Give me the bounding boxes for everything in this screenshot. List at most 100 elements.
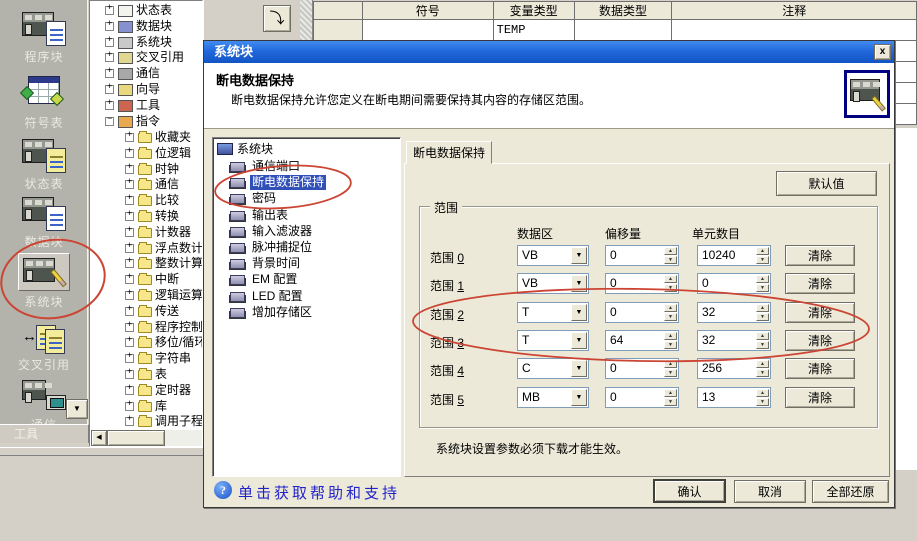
dialog-tree-root[interactable]: 系统块 — [217, 142, 273, 158]
clear-button[interactable]: 清除 — [785, 387, 855, 408]
expand-plus-icon[interactable] — [125, 402, 134, 411]
dialog-tree-item[interactable]: 断电数据保持 — [213, 175, 400, 191]
tools-tab[interactable]: 工具 — [0, 424, 89, 443]
data-area-select[interactable]: C▼ — [517, 358, 589, 379]
tree-item[interactable]: 数据块 — [90, 19, 203, 35]
element-count-input[interactable]: 10240▲▼ — [697, 245, 771, 266]
spinner-buttons[interactable]: ▲▼ — [664, 304, 677, 321]
instruction-category[interactable]: 程序控制 — [90, 320, 203, 336]
instruction-category[interactable]: 中断 — [90, 272, 203, 288]
expand-plus-icon[interactable] — [105, 69, 114, 78]
comment-cell[interactable] — [672, 20, 917, 41]
instruction-category[interactable]: 传送 — [90, 304, 203, 320]
element-count-input[interactable]: 32▲▼ — [697, 302, 771, 323]
spinner-buttons[interactable]: ▲▼ — [756, 304, 769, 321]
data-area-select[interactable]: MB▼ — [517, 387, 589, 408]
instruction-category[interactable]: 浮点数计 — [90, 241, 203, 257]
instruction-category[interactable]: 比较 — [90, 193, 203, 209]
sidebar-item-status-chart[interactable]: 状态表 — [0, 135, 88, 192]
expand-plus-icon[interactable] — [125, 244, 134, 253]
instruction-category[interactable]: 时钟 — [90, 162, 203, 178]
sidebar-item-cross-reference[interactable]: ↔ 交叉引用 — [0, 316, 88, 373]
tree-item-instructions[interactable]: 指令 — [90, 114, 203, 130]
scroll-left-arrow[interactable]: ◀ — [91, 430, 107, 446]
ok-button[interactable]: 确认 — [653, 479, 726, 503]
dialog-tree-item[interactable]: 密码 — [213, 191, 400, 207]
expand-plus-icon[interactable] — [125, 275, 134, 284]
instruction-category[interactable]: 计数器 — [90, 225, 203, 241]
scrollbar-thumb[interactable] — [107, 430, 165, 446]
help-link[interactable]: 单击获取帮助和支持 — [238, 482, 400, 503]
instruction-category[interactable]: 位逻辑 — [90, 146, 203, 162]
dialog-tree-item[interactable]: 通信端口 — [213, 159, 400, 175]
instruction-category[interactable]: 字符串 — [90, 351, 203, 367]
dialog-titlebar[interactable]: 系统块 — [204, 41, 894, 63]
clear-button[interactable]: 清除 — [785, 330, 855, 351]
spinner-buttons[interactable]: ▲▼ — [756, 332, 769, 349]
instruction-category[interactable]: 逻辑运算 — [90, 288, 203, 304]
spinner-buttons[interactable]: ▲▼ — [756, 389, 769, 406]
expand-plus-icon[interactable] — [105, 85, 114, 94]
var-type-cell[interactable]: TEMP — [493, 20, 574, 41]
spinner-buttons[interactable]: ▲▼ — [664, 275, 677, 292]
expand-plus-icon[interactable] — [105, 53, 114, 62]
offset-input[interactable]: 0▲▼ — [605, 245, 679, 266]
instruction-category[interactable]: 定时器 — [90, 383, 203, 399]
spinner-buttons[interactable]: ▲▼ — [664, 247, 677, 264]
close-icon[interactable]: x — [874, 44, 891, 60]
expand-plus-icon[interactable] — [105, 6, 114, 15]
expand-plus-icon[interactable] — [125, 291, 134, 300]
tree-item[interactable]: 交叉引用 — [90, 50, 203, 66]
tree-item[interactable]: 系统块 — [90, 35, 203, 51]
offset-input[interactable]: 0▲▼ — [605, 302, 679, 323]
tab-retentive-ranges[interactable]: 断电数据保持 — [406, 141, 492, 164]
expand-plus-icon[interactable] — [125, 212, 134, 221]
sidebar-item-program-block[interactable]: 程序块 — [0, 8, 88, 65]
expand-plus-icon[interactable] — [125, 417, 134, 426]
chevron-down-icon[interactable]: ▼ — [571, 389, 587, 406]
expand-plus-icon[interactable] — [125, 354, 134, 363]
spinner-buttons[interactable]: ▲▼ — [664, 360, 677, 377]
sidebar-item-system-block[interactable]: 系统块 — [0, 253, 88, 310]
data-area-select[interactable]: VB▼ — [517, 273, 589, 294]
dialog-tree-listbox[interactable]: 系统块 通信端口 断电数据保持 密码 — [212, 137, 401, 477]
tree-item[interactable]: 向导 — [90, 82, 203, 98]
tree-item[interactable]: 工具 — [90, 98, 203, 114]
dialog-tree-item[interactable]: EM 配置 — [213, 272, 400, 288]
horizontal-scrollbar[interactable]: ◀ — [91, 430, 202, 446]
default-button[interactable]: 默认值 — [776, 171, 877, 196]
element-count-input[interactable]: 256▲▼ — [697, 358, 771, 379]
offset-input[interactable]: 64▲▼ — [605, 330, 679, 351]
chevron-down-icon[interactable]: ▼ — [571, 247, 587, 264]
clear-button[interactable]: 清除 — [785, 245, 855, 266]
dialog-tree-item[interactable]: 脉冲捕捉位 — [213, 240, 400, 256]
restore-all-button[interactable]: 全部还原 — [812, 480, 889, 503]
dialog-tree-item[interactable]: 输出表 — [213, 208, 400, 224]
sidebar-item-data-block[interactable]: 数据块 — [0, 193, 88, 250]
expand-plus-icon[interactable] — [105, 101, 114, 110]
instruction-category[interactable]: 调用子程 — [90, 414, 203, 430]
dialog-tree-item[interactable]: 增加存储区 — [213, 305, 400, 321]
expand-plus-icon[interactable] — [125, 165, 134, 174]
tree-item[interactable]: 状态表 — [90, 3, 203, 19]
collapse-minus-icon[interactable] — [105, 117, 114, 126]
offset-input[interactable]: 0▲▼ — [605, 387, 679, 408]
clear-button[interactable]: 清除 — [785, 302, 855, 323]
expand-plus-icon[interactable] — [125, 386, 134, 395]
offset-input[interactable]: 0▲▼ — [605, 358, 679, 379]
sidebar-more-button[interactable]: ▼ — [66, 399, 88, 419]
expand-plus-icon[interactable] — [125, 180, 134, 189]
expand-plus-icon[interactable] — [105, 22, 114, 31]
spinner-buttons[interactable]: ▲▼ — [756, 360, 769, 377]
data-area-select[interactable]: T▼ — [517, 330, 589, 351]
spinner-buttons[interactable]: ▲▼ — [756, 247, 769, 264]
expand-plus-icon[interactable] — [125, 370, 134, 379]
dialog-tree-item[interactable]: LED 配置 — [213, 289, 400, 305]
tree-item[interactable]: 通信 — [90, 66, 203, 82]
element-count-input[interactable]: 0▲▼ — [697, 273, 771, 294]
spinner-buttons[interactable]: ▲▼ — [756, 275, 769, 292]
spinner-buttons[interactable]: ▲▼ — [664, 332, 677, 349]
expand-plus-icon[interactable] — [105, 38, 114, 47]
instruction-category[interactable]: 移位/循环 — [90, 335, 203, 351]
spinner-buttons[interactable]: ▲▼ — [664, 389, 677, 406]
